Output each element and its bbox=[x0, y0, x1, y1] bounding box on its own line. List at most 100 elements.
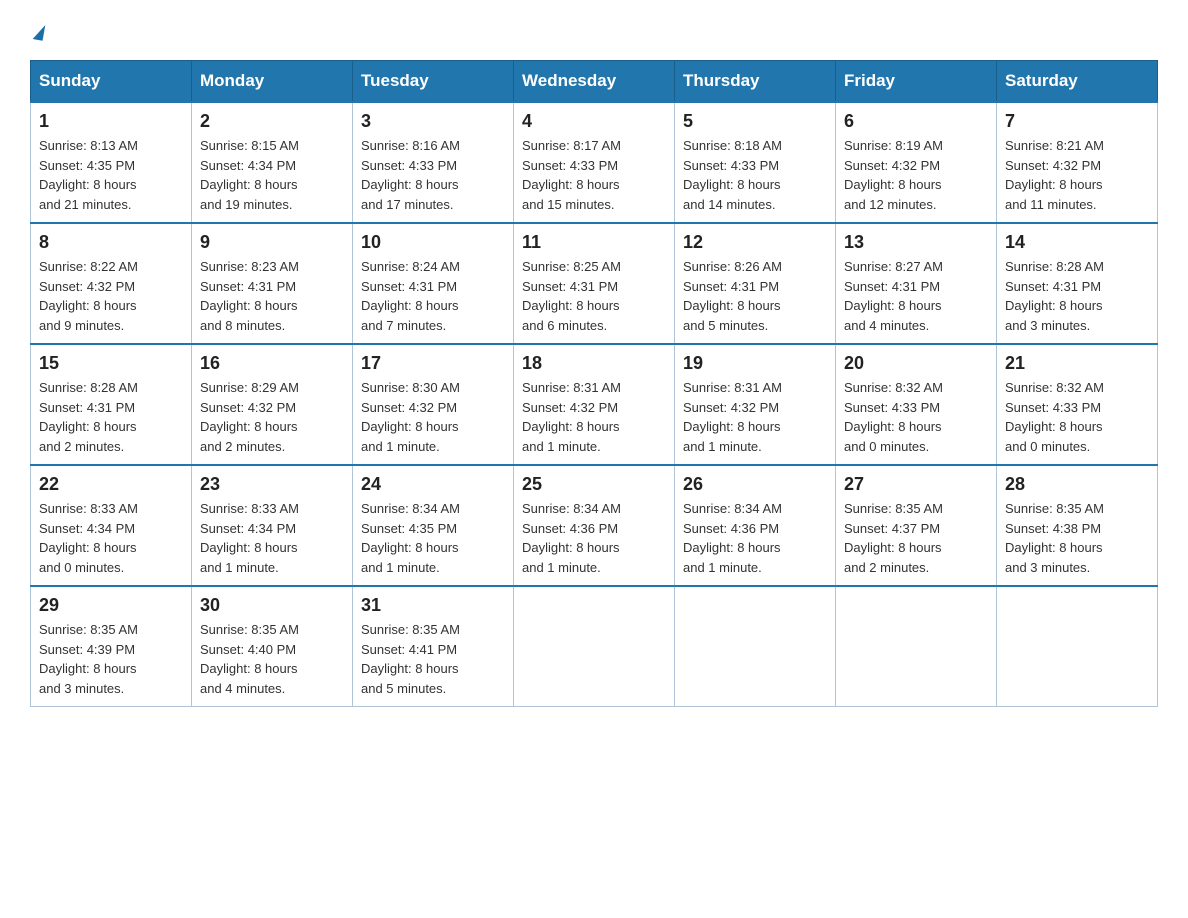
day-number: 23 bbox=[200, 474, 344, 495]
day-number: 24 bbox=[361, 474, 505, 495]
day-number: 8 bbox=[39, 232, 183, 253]
day-info: Sunrise: 8:24 AM Sunset: 4:31 PM Dayligh… bbox=[361, 257, 505, 335]
calendar-cell: 2 Sunrise: 8:15 AM Sunset: 4:34 PM Dayli… bbox=[192, 102, 353, 223]
day-number: 5 bbox=[683, 111, 827, 132]
day-info: Sunrise: 8:35 AM Sunset: 4:41 PM Dayligh… bbox=[361, 620, 505, 698]
calendar-cell: 9 Sunrise: 8:23 AM Sunset: 4:31 PM Dayli… bbox=[192, 223, 353, 344]
calendar-cell: 17 Sunrise: 8:30 AM Sunset: 4:32 PM Dayl… bbox=[353, 344, 514, 465]
day-number: 4 bbox=[522, 111, 666, 132]
day-info: Sunrise: 8:34 AM Sunset: 4:35 PM Dayligh… bbox=[361, 499, 505, 577]
weekday-header-wednesday: Wednesday bbox=[514, 61, 675, 103]
day-number: 12 bbox=[683, 232, 827, 253]
calendar-cell: 26 Sunrise: 8:34 AM Sunset: 4:36 PM Dayl… bbox=[675, 465, 836, 586]
day-number: 19 bbox=[683, 353, 827, 374]
day-number: 31 bbox=[361, 595, 505, 616]
day-number: 27 bbox=[844, 474, 988, 495]
day-info: Sunrise: 8:34 AM Sunset: 4:36 PM Dayligh… bbox=[522, 499, 666, 577]
calendar-cell: 31 Sunrise: 8:35 AM Sunset: 4:41 PM Dayl… bbox=[353, 586, 514, 707]
day-number: 18 bbox=[522, 353, 666, 374]
day-info: Sunrise: 8:31 AM Sunset: 4:32 PM Dayligh… bbox=[522, 378, 666, 456]
day-info: Sunrise: 8:16 AM Sunset: 4:33 PM Dayligh… bbox=[361, 136, 505, 214]
weekday-header-sunday: Sunday bbox=[31, 61, 192, 103]
day-info: Sunrise: 8:32 AM Sunset: 4:33 PM Dayligh… bbox=[1005, 378, 1149, 456]
day-number: 10 bbox=[361, 232, 505, 253]
calendar-cell: 22 Sunrise: 8:33 AM Sunset: 4:34 PM Dayl… bbox=[31, 465, 192, 586]
calendar-cell: 13 Sunrise: 8:27 AM Sunset: 4:31 PM Dayl… bbox=[836, 223, 997, 344]
calendar-cell: 7 Sunrise: 8:21 AM Sunset: 4:32 PM Dayli… bbox=[997, 102, 1158, 223]
weekday-header-row: SundayMondayTuesdayWednesdayThursdayFrid… bbox=[31, 61, 1158, 103]
day-info: Sunrise: 8:32 AM Sunset: 4:33 PM Dayligh… bbox=[844, 378, 988, 456]
calendar-cell: 3 Sunrise: 8:16 AM Sunset: 4:33 PM Dayli… bbox=[353, 102, 514, 223]
weekday-header-monday: Monday bbox=[192, 61, 353, 103]
logo bbox=[30, 20, 44, 40]
day-number: 17 bbox=[361, 353, 505, 374]
calendar-cell bbox=[997, 586, 1158, 707]
day-info: Sunrise: 8:28 AM Sunset: 4:31 PM Dayligh… bbox=[39, 378, 183, 456]
weekday-header-thursday: Thursday bbox=[675, 61, 836, 103]
day-number: 29 bbox=[39, 595, 183, 616]
day-number: 16 bbox=[200, 353, 344, 374]
day-number: 30 bbox=[200, 595, 344, 616]
day-info: Sunrise: 8:33 AM Sunset: 4:34 PM Dayligh… bbox=[200, 499, 344, 577]
calendar-cell: 20 Sunrise: 8:32 AM Sunset: 4:33 PM Dayl… bbox=[836, 344, 997, 465]
day-info: Sunrise: 8:31 AM Sunset: 4:32 PM Dayligh… bbox=[683, 378, 827, 456]
day-info: Sunrise: 8:21 AM Sunset: 4:32 PM Dayligh… bbox=[1005, 136, 1149, 214]
calendar-cell bbox=[514, 586, 675, 707]
day-number: 2 bbox=[200, 111, 344, 132]
week-row-4: 22 Sunrise: 8:33 AM Sunset: 4:34 PM Dayl… bbox=[31, 465, 1158, 586]
calendar-table: SundayMondayTuesdayWednesdayThursdayFrid… bbox=[30, 60, 1158, 707]
day-number: 25 bbox=[522, 474, 666, 495]
calendar-cell: 28 Sunrise: 8:35 AM Sunset: 4:38 PM Dayl… bbox=[997, 465, 1158, 586]
day-info: Sunrise: 8:35 AM Sunset: 4:37 PM Dayligh… bbox=[844, 499, 988, 577]
calendar-cell: 29 Sunrise: 8:35 AM Sunset: 4:39 PM Dayl… bbox=[31, 586, 192, 707]
weekday-header-friday: Friday bbox=[836, 61, 997, 103]
day-info: Sunrise: 8:17 AM Sunset: 4:33 PM Dayligh… bbox=[522, 136, 666, 214]
day-number: 13 bbox=[844, 232, 988, 253]
calendar-cell: 25 Sunrise: 8:34 AM Sunset: 4:36 PM Dayl… bbox=[514, 465, 675, 586]
day-number: 26 bbox=[683, 474, 827, 495]
day-number: 21 bbox=[1005, 353, 1149, 374]
day-info: Sunrise: 8:23 AM Sunset: 4:31 PM Dayligh… bbox=[200, 257, 344, 335]
calendar-cell: 16 Sunrise: 8:29 AM Sunset: 4:32 PM Dayl… bbox=[192, 344, 353, 465]
calendar-cell: 1 Sunrise: 8:13 AM Sunset: 4:35 PM Dayli… bbox=[31, 102, 192, 223]
week-row-3: 15 Sunrise: 8:28 AM Sunset: 4:31 PM Dayl… bbox=[31, 344, 1158, 465]
day-number: 3 bbox=[361, 111, 505, 132]
calendar-cell: 24 Sunrise: 8:34 AM Sunset: 4:35 PM Dayl… bbox=[353, 465, 514, 586]
weekday-header-tuesday: Tuesday bbox=[353, 61, 514, 103]
calendar-cell: 15 Sunrise: 8:28 AM Sunset: 4:31 PM Dayl… bbox=[31, 344, 192, 465]
day-info: Sunrise: 8:30 AM Sunset: 4:32 PM Dayligh… bbox=[361, 378, 505, 456]
page-header bbox=[30, 20, 1158, 40]
day-info: Sunrise: 8:29 AM Sunset: 4:32 PM Dayligh… bbox=[200, 378, 344, 456]
day-number: 14 bbox=[1005, 232, 1149, 253]
calendar-cell: 23 Sunrise: 8:33 AM Sunset: 4:34 PM Dayl… bbox=[192, 465, 353, 586]
day-number: 1 bbox=[39, 111, 183, 132]
day-info: Sunrise: 8:18 AM Sunset: 4:33 PM Dayligh… bbox=[683, 136, 827, 214]
day-info: Sunrise: 8:34 AM Sunset: 4:36 PM Dayligh… bbox=[683, 499, 827, 577]
week-row-1: 1 Sunrise: 8:13 AM Sunset: 4:35 PM Dayli… bbox=[31, 102, 1158, 223]
calendar-cell: 10 Sunrise: 8:24 AM Sunset: 4:31 PM Dayl… bbox=[353, 223, 514, 344]
calendar-cell: 5 Sunrise: 8:18 AM Sunset: 4:33 PM Dayli… bbox=[675, 102, 836, 223]
day-info: Sunrise: 8:27 AM Sunset: 4:31 PM Dayligh… bbox=[844, 257, 988, 335]
day-info: Sunrise: 8:33 AM Sunset: 4:34 PM Dayligh… bbox=[39, 499, 183, 577]
day-number: 11 bbox=[522, 232, 666, 253]
calendar-cell: 14 Sunrise: 8:28 AM Sunset: 4:31 PM Dayl… bbox=[997, 223, 1158, 344]
day-number: 28 bbox=[1005, 474, 1149, 495]
day-info: Sunrise: 8:19 AM Sunset: 4:32 PM Dayligh… bbox=[844, 136, 988, 214]
day-info: Sunrise: 8:35 AM Sunset: 4:40 PM Dayligh… bbox=[200, 620, 344, 698]
day-number: 6 bbox=[844, 111, 988, 132]
day-info: Sunrise: 8:22 AM Sunset: 4:32 PM Dayligh… bbox=[39, 257, 183, 335]
calendar-cell bbox=[836, 586, 997, 707]
calendar-cell: 30 Sunrise: 8:35 AM Sunset: 4:40 PM Dayl… bbox=[192, 586, 353, 707]
day-info: Sunrise: 8:35 AM Sunset: 4:39 PM Dayligh… bbox=[39, 620, 183, 698]
day-number: 22 bbox=[39, 474, 183, 495]
calendar-cell: 12 Sunrise: 8:26 AM Sunset: 4:31 PM Dayl… bbox=[675, 223, 836, 344]
calendar-cell: 4 Sunrise: 8:17 AM Sunset: 4:33 PM Dayli… bbox=[514, 102, 675, 223]
day-number: 9 bbox=[200, 232, 344, 253]
calendar-cell: 27 Sunrise: 8:35 AM Sunset: 4:37 PM Dayl… bbox=[836, 465, 997, 586]
day-number: 7 bbox=[1005, 111, 1149, 132]
day-info: Sunrise: 8:35 AM Sunset: 4:38 PM Dayligh… bbox=[1005, 499, 1149, 577]
week-row-5: 29 Sunrise: 8:35 AM Sunset: 4:39 PM Dayl… bbox=[31, 586, 1158, 707]
day-info: Sunrise: 8:26 AM Sunset: 4:31 PM Dayligh… bbox=[683, 257, 827, 335]
day-info: Sunrise: 8:15 AM Sunset: 4:34 PM Dayligh… bbox=[200, 136, 344, 214]
day-number: 20 bbox=[844, 353, 988, 374]
